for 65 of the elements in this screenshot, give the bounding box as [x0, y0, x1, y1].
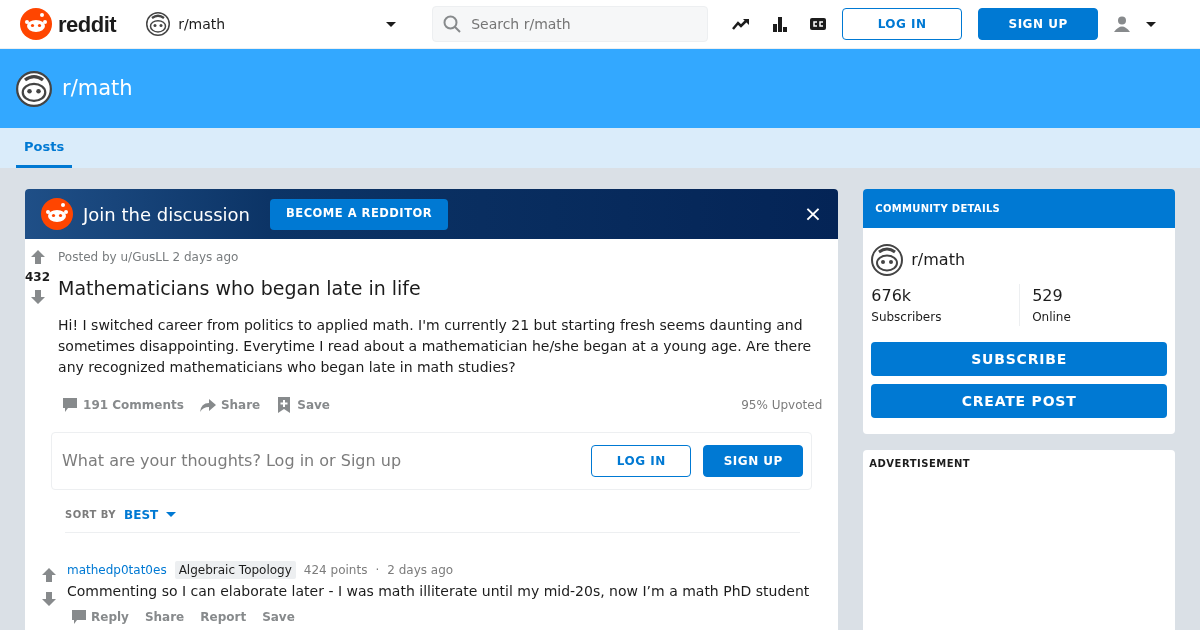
subscribe-button[interactable]: SUBSCRIBE [871, 342, 1167, 376]
stat-value: 529 [1032, 285, 1064, 307]
vote-count: 432 [25, 269, 51, 286]
comments-button[interactable]: 191 Comments [58, 391, 188, 418]
comment-action[interactable]: Save [258, 605, 299, 628]
share-icon [199, 396, 216, 413]
upvote-ratio: 95% Upvoted [741, 396, 823, 414]
user-flair: Algebraic Topology [174, 560, 296, 579]
comment-icon [62, 396, 79, 413]
create-post-button[interactable]: CREATE POST [871, 384, 1167, 418]
log-in-button[interactable]: LOG IN [591, 444, 692, 477]
comment-points: 424 points [303, 561, 368, 579]
sign-up-button[interactable]: SIGN UP [703, 444, 804, 477]
community-icon [871, 244, 904, 276]
comment-time: 2 days ago [387, 561, 454, 579]
stat-label: Subscribers [871, 309, 943, 326]
comment-icon [71, 608, 87, 625]
reddit-logo-icon[interactable] [20, 8, 52, 40]
upvote-icon[interactable] [29, 249, 46, 265]
post-title: Mathematicians who began late in life [58, 276, 422, 301]
community-title: r/math [62, 74, 133, 102]
post-body: Hi! I switched career from politics to applied math. I'm currently 21 but starting fresh seems daunting and sometimes disappointing. Everytime I read about a mathematician he/she began at a young age. Are there any recognized mathematicians who began late in math studies? [58, 315, 813, 377]
comment-text: Commenting so I can elaborate later - I was math illiterate until my mid-20s, now I’m a math PhD student [67, 581, 810, 601]
community-icon [146, 12, 171, 36]
search-input[interactable]: Search r/math [469, 12, 690, 36]
user-icon[interactable] [1114, 16, 1131, 32]
comment-action[interactable]: Report [196, 605, 251, 628]
comment-action[interactable]: Share [140, 605, 189, 628]
ad-label: ADVERTISEMENT [868, 457, 972, 471]
card-header: COMMUNITY DETAILS [863, 189, 1175, 228]
log-in-button[interactable]: LOG IN [842, 8, 963, 40]
comment-author[interactable]: mathedp0tat0es [67, 560, 167, 579]
caret-icon[interactable] [1146, 21, 1157, 27]
community-dropdown[interactable]: r/math [146, 12, 397, 36]
sort-dropdown[interactable]: BEST [124, 505, 177, 524]
community-name: r/math [911, 249, 966, 271]
tab[interactable]: Posts [16, 126, 73, 168]
sort-label: SORT BY [65, 508, 117, 522]
close-button[interactable]: × [803, 203, 823, 225]
post-meta: Posted by u/GusLL 2 days ago [58, 249, 240, 266]
share-button[interactable]: Share [195, 391, 265, 418]
save-button[interactable]: Save [272, 391, 334, 418]
become-redditor-button[interactable]: BECOME A REDDITOR [270, 198, 449, 230]
sign-up-button[interactable]: SIGN UP [978, 8, 1099, 40]
separator-dot: · [375, 561, 380, 579]
captions-icon[interactable] [810, 18, 827, 30]
comment-box[interactable]: What are your thoughts? Log in or Sign up LOG IN SIGN UP [51, 431, 813, 490]
reply-button[interactable]: Reply [67, 605, 133, 628]
join-title: Join the discussion [83, 202, 250, 227]
community-name: r/math [178, 14, 226, 34]
logo-text[interactable]: reddit [58, 7, 117, 41]
stat-label: Online [1032, 309, 1072, 326]
upvote-icon[interactable] [41, 566, 57, 583]
caret-icon [386, 21, 397, 27]
search-icon [443, 15, 462, 33]
bookmark-plus-icon [276, 396, 293, 413]
stat-value: 676k [871, 285, 913, 307]
trending-icon[interactable] [732, 18, 751, 30]
bar-chart-icon[interactable] [772, 16, 789, 32]
downvote-icon[interactable] [29, 289, 46, 305]
community-icon [16, 70, 52, 107]
search-field[interactable]: Search r/math [432, 6, 709, 42]
reddit-logo-icon [41, 198, 73, 230]
downvote-icon[interactable] [41, 590, 57, 607]
caret-icon [166, 512, 177, 517]
